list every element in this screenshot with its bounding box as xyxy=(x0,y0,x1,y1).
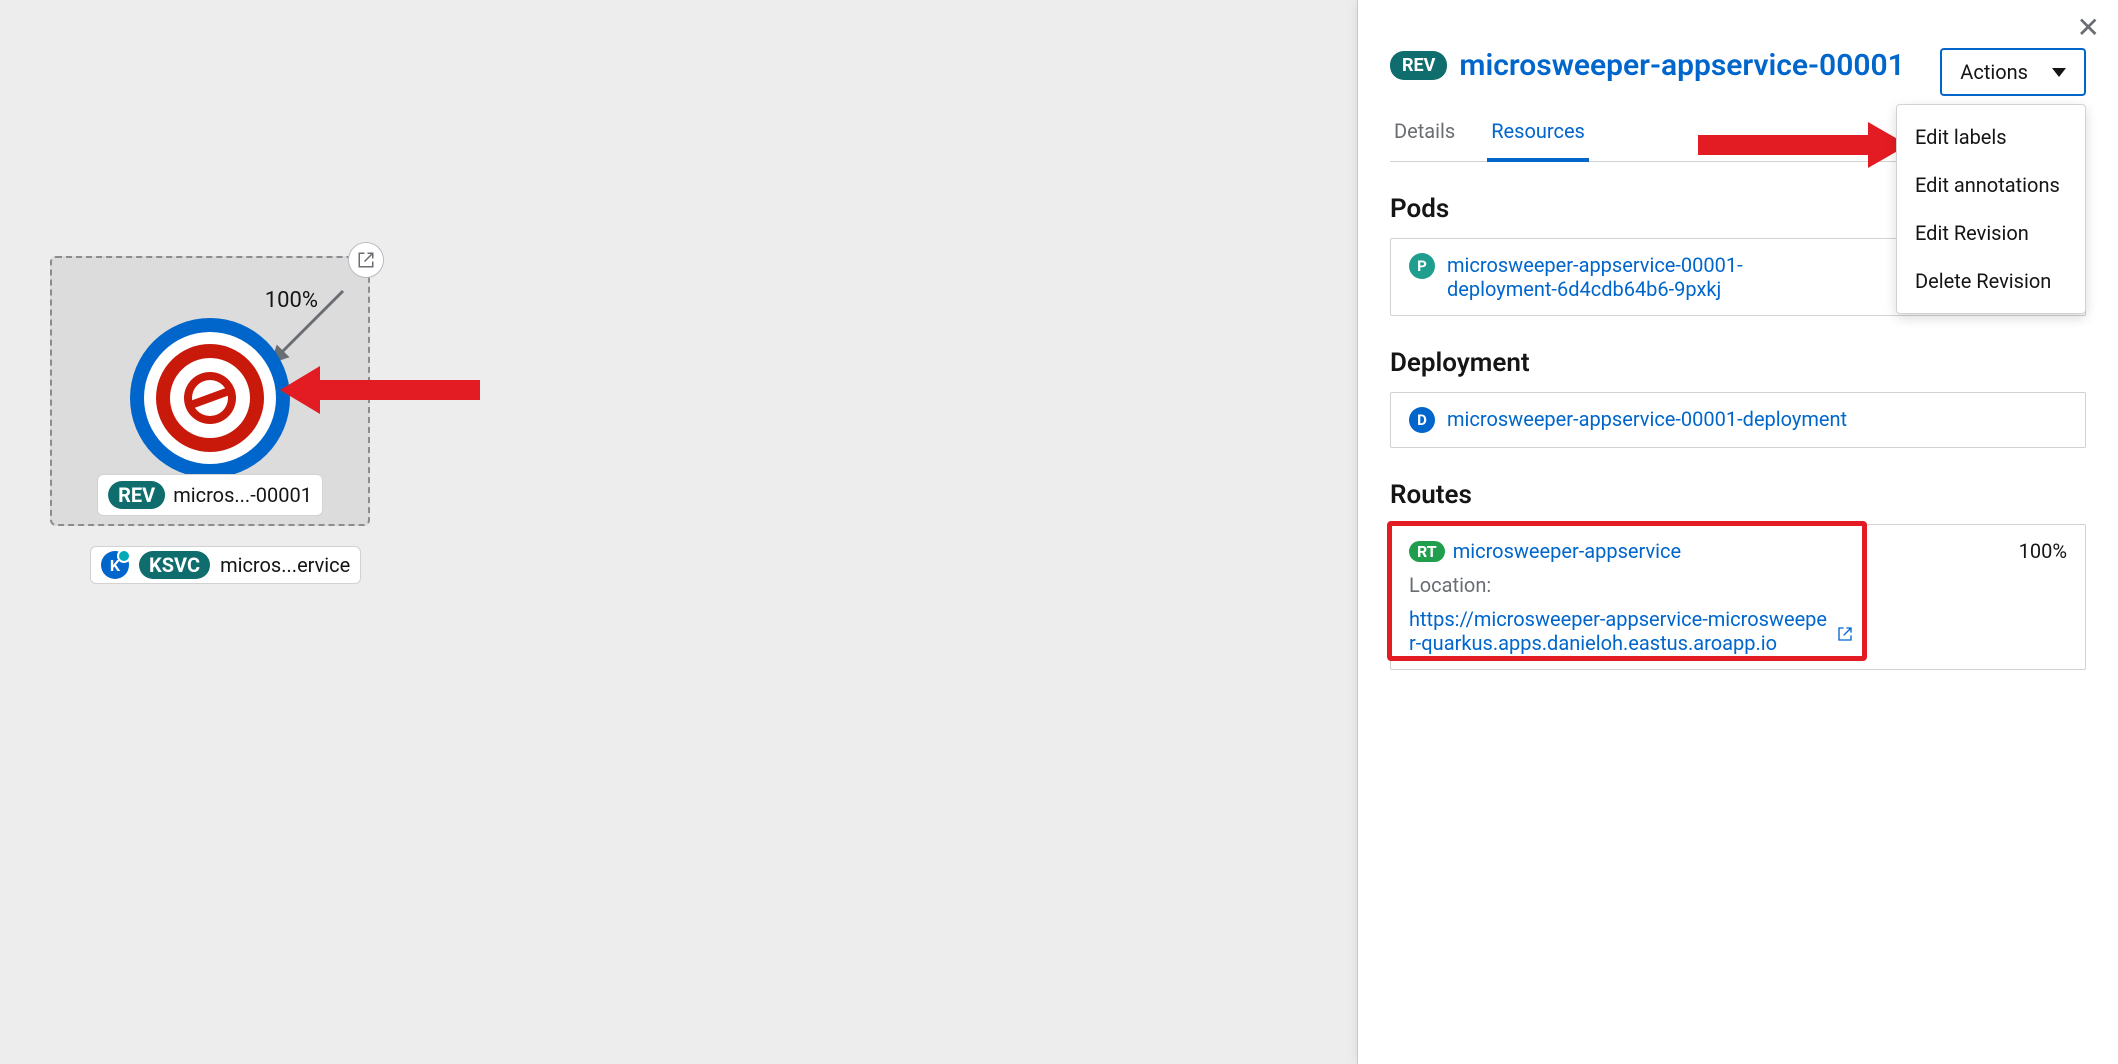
revision-pod-donut[interactable] xyxy=(130,318,290,478)
deployment-row: D microsweeper-appservice-00001-deployme… xyxy=(1390,392,2086,448)
deployment-icon: D xyxy=(1409,407,1435,433)
revision-node-label[interactable]: REV micros...-00001 xyxy=(97,474,323,516)
menu-edit-revision[interactable]: Edit Revision xyxy=(1897,209,2085,257)
deployment-link[interactable]: microsweeper-appservice-00001-deployment xyxy=(1447,407,1847,431)
actions-label: Actions xyxy=(1960,60,2028,84)
panel-title: microsweeper-appservice-00001 xyxy=(1459,48,1904,83)
caret-down-icon xyxy=(2052,68,2066,77)
close-icon[interactable]: ✕ xyxy=(2077,14,2100,42)
annotation-arrow-to-menu xyxy=(1698,120,1908,170)
knative-badge-icon: K xyxy=(101,551,129,579)
actions-dropdown-button[interactable]: Actions xyxy=(1940,48,2086,96)
menu-edit-labels[interactable]: Edit labels xyxy=(1897,113,2085,161)
external-link-icon[interactable] xyxy=(1837,623,1853,639)
actions-dropdown-menu: Edit labels Edit annotations Edit Revisi… xyxy=(1896,104,2086,314)
ksvc-node-name: micros...ervice xyxy=(220,553,350,577)
revision-node-name: micros...-00001 xyxy=(173,483,312,507)
ksvc-badge: KSVC xyxy=(139,551,210,579)
topology-canvas[interactable]: 100% REV micros...-00001 K KSVC micros..… xyxy=(0,0,1358,1064)
tab-resources[interactable]: Resources xyxy=(1487,111,1589,161)
open-url-icon[interactable] xyxy=(348,242,384,278)
details-side-panel: ✕ REV microsweeper-appservice-00001 Acti… xyxy=(1358,0,2118,1064)
openshift-icon xyxy=(178,366,242,430)
tab-details[interactable]: Details xyxy=(1390,111,1459,161)
pod-icon: P xyxy=(1409,253,1435,279)
menu-edit-annotations[interactable]: Edit annotations xyxy=(1897,161,2085,209)
route-row: RT microsweeper-appservice Location: htt… xyxy=(1390,524,2086,670)
route-location-label: Location: xyxy=(1409,573,1853,597)
ksvc-node-label[interactable]: K KSVC micros...ervice xyxy=(90,546,361,584)
route-percent: 100% xyxy=(2019,539,2067,563)
panel-rev-badge: REV xyxy=(1390,51,1447,80)
route-link[interactable]: microsweeper-appservice xyxy=(1453,539,1681,563)
route-badge: RT xyxy=(1409,541,1445,562)
menu-delete-revision[interactable]: Delete Revision xyxy=(1897,257,2085,305)
pod-link[interactable]: microsweeper-appservice-00001-deployment… xyxy=(1447,253,1747,301)
route-url[interactable]: https://microsweeper-appservice-microswe… xyxy=(1409,607,1829,655)
routes-heading: Routes xyxy=(1390,480,2086,510)
rev-badge: REV xyxy=(108,481,165,509)
deployment-heading: Deployment xyxy=(1390,348,2086,378)
annotation-arrow-to-donut xyxy=(280,360,480,420)
